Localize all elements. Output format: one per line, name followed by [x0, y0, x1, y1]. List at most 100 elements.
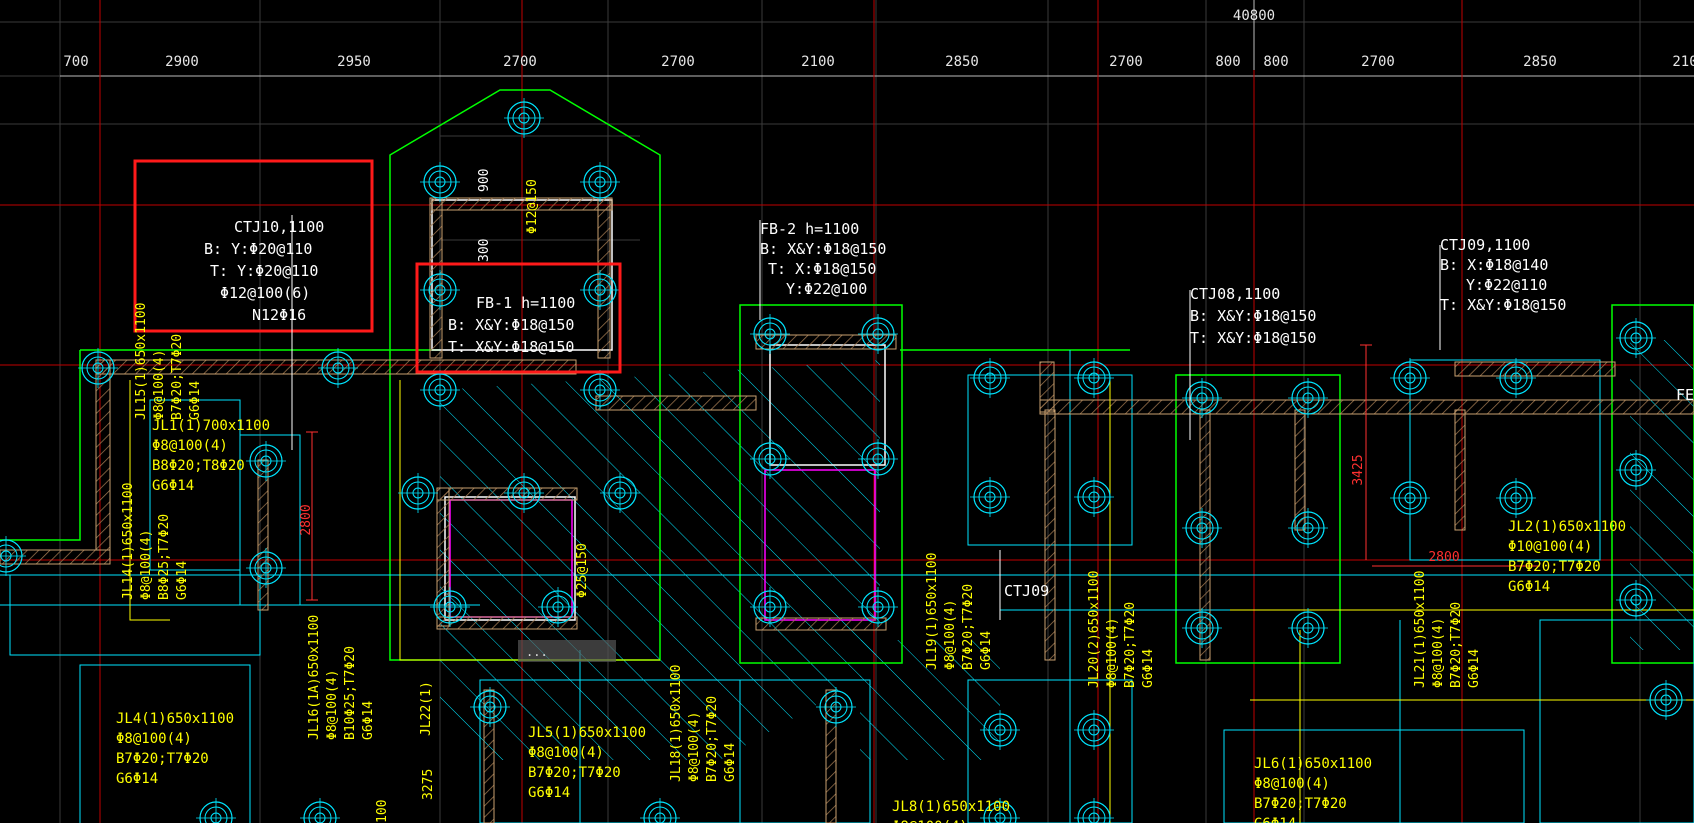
label-jl19-line-1: Φ8@100(4) [943, 600, 958, 670]
top-dim-0: 700 [63, 54, 88, 70]
label-jl2-line-2: B7Φ20;T7Φ20 [1508, 559, 1601, 575]
label-jl19-line-3: G6Φ14 [979, 631, 994, 670]
top-dim-3: 2700 [503, 54, 537, 70]
label-ctj09-line-0: CTJ09,1100 [1440, 236, 1530, 254]
label-dim-3275-line-0: 3275 [421, 769, 436, 800]
label-fb2-line-3: Y:Φ22@100 [786, 280, 867, 298]
label-ctj08-line-1: B: X&Y:Φ18@150 [1190, 307, 1316, 325]
top-dim-2: 2950 [337, 54, 371, 70]
label-jl15-line-0: JL15(1)650x1100 [134, 303, 149, 420]
cad-drawing-canvas[interactable]: 700 2900 2950 2700 2700 2100 2850 2700 800 800 270… [0, 0, 1694, 823]
label-dim-900: 900 [477, 169, 492, 192]
label-fb2-line-1: B: X&Y:Φ18@150 [760, 240, 886, 258]
label-jl6-line-1: Φ8@100(4) [1254, 776, 1330, 792]
label-jl4-line-1: Φ8@100(4) [116, 731, 192, 747]
label-jl18-line-0: JL18(1)650x1100 [669, 665, 684, 782]
label-jl22: JL22(1) [419, 681, 434, 736]
label-jl20-line-3: G6Φ14 [1141, 649, 1156, 688]
label-ctj08-line-0: CTJ08,1100 [1190, 285, 1280, 303]
label-jl21-line-3: G6Φ14 [1467, 649, 1482, 688]
tooltip-box: ... [518, 640, 616, 662]
label-jl21-line-1: Φ8@100(4) [1431, 618, 1446, 688]
label-jl14-line-1: Φ8@100(4) [139, 530, 154, 600]
label-rebar-150b: Φ25@150 [575, 543, 590, 598]
label-rebar-150a-line-0: Φ12@150 [525, 179, 540, 234]
label-jl16-line-1: Φ8@100(4) [325, 670, 340, 740]
label-jl14-line-3: G6Φ14 [175, 561, 190, 600]
label-jl2-line-1: Φ10@100(4) [1508, 539, 1592, 555]
label-ctj09b: CTJ09 [1004, 582, 1049, 600]
label-jl6-line-2: B7Φ20;T7Φ20 [1254, 796, 1347, 812]
label-fb1-line-1: B: X&Y:Φ18@150 [448, 316, 574, 334]
label-ctj09-line-2: Y:Φ22@110 [1466, 276, 1547, 294]
label-jl8-line-1: Φ8@100(4) [892, 819, 968, 823]
label-rebar-150b-line-0: Φ25@150 [575, 543, 590, 598]
label-jl1-line-3: G6Φ14 [152, 478, 194, 494]
label-jl5-line-2: B7Φ20;T7Φ20 [528, 765, 621, 781]
label-jl14-line-2: B8Φ25;T7Φ20 [157, 514, 172, 600]
label-jl18-line-2: B7Φ20;T7Φ20 [705, 696, 720, 782]
label-jl4-line-2: B7Φ20;T7Φ20 [116, 751, 209, 767]
top-dim-9: 800 [1263, 54, 1288, 70]
label-jl15-line-2: B7Φ20;T7Φ20 [170, 334, 185, 420]
label-jl2-line-0: JL2(1)650x1100 [1508, 519, 1626, 535]
label-dim-2800-v: 2800 [299, 504, 314, 535]
label-fb1-line-2: T: X&Y:Φ18@150 [448, 338, 574, 356]
label-jl15-line-3: G6Φ14 [188, 381, 203, 420]
top-dim-8: 800 [1215, 54, 1240, 70]
label-dim-2800-h: 2800 [1428, 550, 1459, 565]
tooltip-text: ... [526, 645, 548, 659]
top-total-dim: 40800 [1233, 8, 1275, 24]
label-jl21-line-2: B7Φ20;T7Φ20 [1449, 602, 1464, 688]
label-jl4-line-3: G6Φ14 [116, 771, 158, 787]
top-dim-6: 2850 [945, 54, 979, 70]
label-dim-3425: 3425 [1351, 454, 1366, 485]
label-jl21-line-0: JL21(1)650x1100 [1413, 571, 1428, 688]
label-fb1-line-0: FB-1 h=1100 [476, 294, 575, 312]
label-rebar-150a: Φ12@150 [525, 179, 540, 234]
label-fb2-line-2: T: X:Φ18@150 [768, 260, 876, 278]
top-dim-10: 2700 [1361, 54, 1395, 70]
label-jl6-line-0: JL6(1)650x1100 [1254, 756, 1372, 772]
label-jl1-line-1: Φ8@100(4) [152, 438, 228, 454]
top-dim-12: 210 [1672, 54, 1694, 70]
label-jl20-line-1: Φ8@100(4) [1105, 618, 1120, 688]
label-ctj10-line-0: CTJ10,1100 [234, 218, 324, 236]
label-jl18-line-1: Φ8@100(4) [687, 712, 702, 782]
label-ctj10-line-4: N12Φ16 [252, 306, 306, 324]
label-ctj10-line-1: B: Y:Φ20@110 [204, 240, 312, 258]
label-jl20-line-2: B7Φ20;T7Φ20 [1123, 602, 1138, 688]
label-ctj08-line-2: T: X&Y:Φ18@150 [1190, 329, 1316, 347]
label-jl16-line-3: G6Φ14 [361, 701, 376, 740]
label-ctj09b-line-0: CTJ09 [1004, 582, 1049, 600]
label-jl8-line-0: JL8(1)650x1100 [892, 799, 1010, 815]
top-dim-11: 2850 [1523, 54, 1557, 70]
top-dim-1: 2900 [165, 54, 199, 70]
label-dim-300-line-0: 300 [477, 239, 492, 262]
label-dim-100: 100 [375, 800, 390, 823]
label-jl16-line-2: B10Φ25;T7Φ20 [343, 646, 358, 740]
label-dim-100-line-0: 100 [375, 800, 390, 823]
label-fb-edge: FE [1676, 386, 1694, 404]
label-dim-300: 300 [477, 239, 492, 262]
label-ctj10-line-2: T: Y:Φ20@110 [210, 262, 318, 280]
label-fb-edge-line-0: FE [1676, 386, 1694, 404]
label-ctj10-line-3: Φ12@100(6) [220, 284, 310, 302]
label-jl22-line-0: JL22(1) [419, 681, 434, 736]
label-jl20-line-0: JL20(2)650x1100 [1087, 571, 1102, 688]
label-jl16-line-0: JL16(1A)650x1100 [307, 615, 322, 740]
label-jl18-line-3: G6Φ14 [723, 743, 738, 782]
label-dim-3275: 3275 [421, 769, 436, 800]
label-jl19-line-2: B7Φ20;T7Φ20 [961, 584, 976, 670]
label-jl5-line-1: Φ8@100(4) [528, 745, 604, 761]
label-jl6-line-3: G6Φ14 [1254, 816, 1296, 823]
label-jl5-line-0: JL5(1)650x1100 [528, 725, 646, 741]
label-jl19-line-0: JL19(1)650x1100 [925, 553, 940, 670]
label-ctj09-line-1: B: X:Φ18@140 [1440, 256, 1548, 274]
label-fb2-line-0: FB-2 h=1100 [760, 220, 859, 238]
label-jl14-line-0: JL14(1)650x1100 [121, 483, 136, 600]
label-jl1-line-2: B8Φ20;T8Φ20 [152, 458, 245, 474]
label-jl2-line-3: G6Φ14 [1508, 579, 1550, 595]
top-dim-7: 2700 [1109, 54, 1143, 70]
top-dim-4: 2700 [661, 54, 695, 70]
